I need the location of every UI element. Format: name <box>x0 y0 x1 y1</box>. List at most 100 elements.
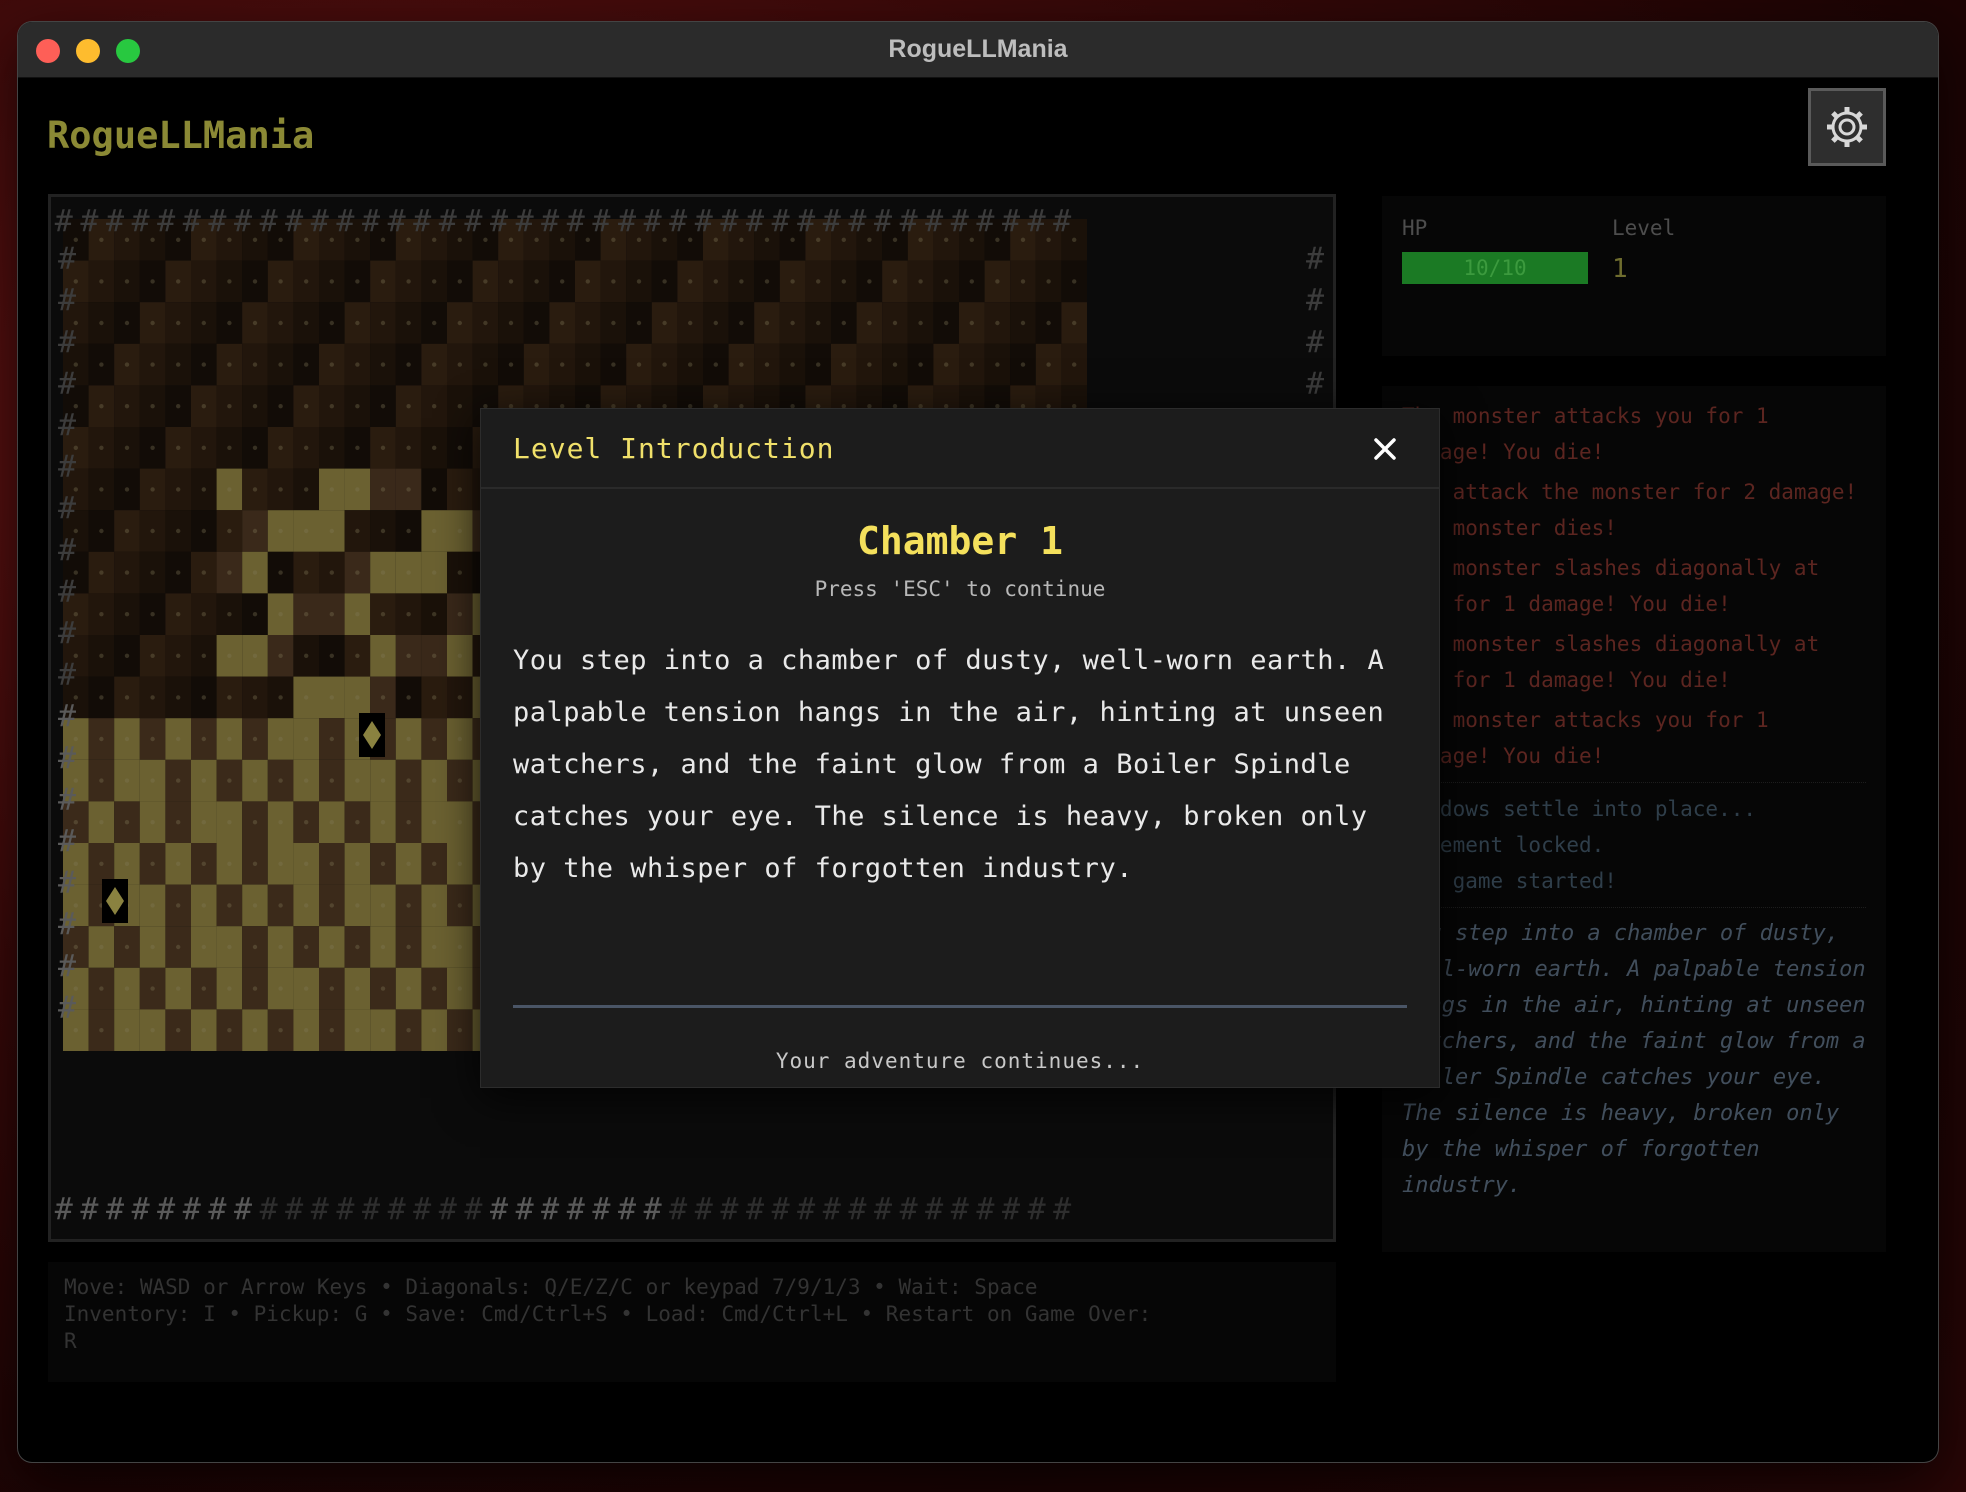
floor-dot <box>150 362 155 367</box>
floor-dot <box>764 237 770 242</box>
floor-dot <box>304 903 309 908</box>
wall-glyph: # <box>157 204 175 239</box>
floor-dot <box>380 903 386 908</box>
wall-glyph: # <box>55 1192 73 1227</box>
floor-dot <box>304 861 309 866</box>
floor-dot <box>841 237 846 242</box>
floor-dot <box>534 279 539 284</box>
floor-dot <box>636 320 642 326</box>
log-entry: The monster slashes diagonally at you fo… <box>1402 632 1820 692</box>
floor-dot <box>150 986 155 991</box>
floor-dot <box>329 528 334 534</box>
wall-glyph: # <box>58 824 76 859</box>
floor-dot <box>329 736 334 742</box>
floor-dot <box>457 404 462 409</box>
floor-dot <box>304 237 309 242</box>
app-title: RogueLLMania <box>47 114 315 157</box>
floor-dot <box>585 320 590 326</box>
floor-dot <box>227 237 232 242</box>
wall-glyph: # <box>695 1192 713 1227</box>
floor-dot <box>227 362 232 367</box>
wall-glyph: # <box>183 1192 201 1227</box>
level-block: Level 1 <box>1612 216 1675 284</box>
wall-glyph: # <box>925 204 943 239</box>
floor-dot <box>304 736 309 742</box>
floor-dot <box>329 570 334 575</box>
log-story-entry: You step into a chamber of dusty, well-w… <box>1402 921 1866 1198</box>
floor-dot <box>304 487 309 492</box>
floor-dot <box>355 944 360 950</box>
floor-dot <box>329 903 334 908</box>
floor-dot <box>457 237 462 242</box>
floor-dot <box>99 445 104 450</box>
floor-dot <box>406 362 411 367</box>
floor-dot <box>713 279 718 284</box>
floor-dot <box>329 778 334 783</box>
floor-dot <box>227 695 232 700</box>
floor-dot <box>304 944 309 950</box>
wall-glyph: # <box>695 204 713 239</box>
wall-glyph: # <box>80 1192 98 1227</box>
floor-dot <box>252 903 258 908</box>
floor-dot <box>329 986 334 991</box>
wall-glyph: # <box>772 204 790 239</box>
wall-glyph: # <box>58 533 76 568</box>
floor-dot <box>739 279 744 284</box>
message-log[interactable]: The monster attacks you for 1 damage! Yo… <box>1382 386 1886 1252</box>
floor-dot <box>329 695 334 700</box>
floor-dot <box>534 237 539 242</box>
floor-dot <box>329 237 334 242</box>
floor-dot <box>534 320 539 326</box>
floor-dot <box>304 653 309 658</box>
wall-glyph: # <box>58 574 76 609</box>
floor-dot <box>380 653 386 658</box>
floor-dot <box>150 237 155 242</box>
wall-glyph: # <box>106 204 124 239</box>
floor-dot <box>278 570 283 575</box>
floor-dot <box>355 320 360 326</box>
floor-dot <box>124 653 130 658</box>
floor-dot <box>432 487 437 492</box>
maximize-window-button[interactable] <box>116 39 140 63</box>
level-intro-modal: Level Introduction Chamber 1 Press 'ESC'… <box>480 408 1440 1088</box>
floor-dot <box>252 528 258 534</box>
floor-dot <box>252 570 258 575</box>
floor-dot <box>150 320 155 326</box>
wall-glyph: # <box>618 204 636 239</box>
wall-glyph: # <box>285 204 303 239</box>
floor-dot <box>1020 237 1026 242</box>
floor-dot <box>201 487 206 492</box>
floor-dot <box>457 487 462 492</box>
wall-glyph: # <box>388 1192 406 1227</box>
floor-dot <box>278 820 283 825</box>
floor-dot <box>739 362 744 367</box>
floor-dot <box>176 820 181 825</box>
floor-dot <box>611 362 616 367</box>
wall-glyph: # <box>58 907 76 942</box>
wall-glyph: # <box>132 204 150 239</box>
floor-dot <box>432 695 437 700</box>
floor-dot <box>355 695 360 700</box>
gear-icon <box>1827 107 1867 147</box>
floor-dot <box>176 320 181 326</box>
settings-button[interactable] <box>1808 88 1886 166</box>
floor-dot <box>918 237 923 242</box>
minimize-window-button[interactable] <box>76 39 100 63</box>
modal-close-button[interactable] <box>1367 431 1403 467</box>
wall-glyph: # <box>58 699 76 734</box>
floor-dot <box>1072 237 1077 242</box>
floor-dot <box>99 861 104 866</box>
floor-dot <box>944 362 949 367</box>
wall-glyph: # <box>58 366 76 401</box>
close-window-button[interactable] <box>36 39 60 63</box>
window-controls <box>36 39 140 63</box>
floor-dot <box>176 404 181 409</box>
floor-dot <box>560 279 565 284</box>
floor-dot <box>1046 362 1051 367</box>
floor-dot <box>585 237 590 242</box>
floor-dot <box>560 362 565 367</box>
floor-dot <box>201 820 206 825</box>
floor-dot <box>508 279 514 284</box>
floor-dot <box>124 320 130 326</box>
floor-dot <box>406 944 411 950</box>
